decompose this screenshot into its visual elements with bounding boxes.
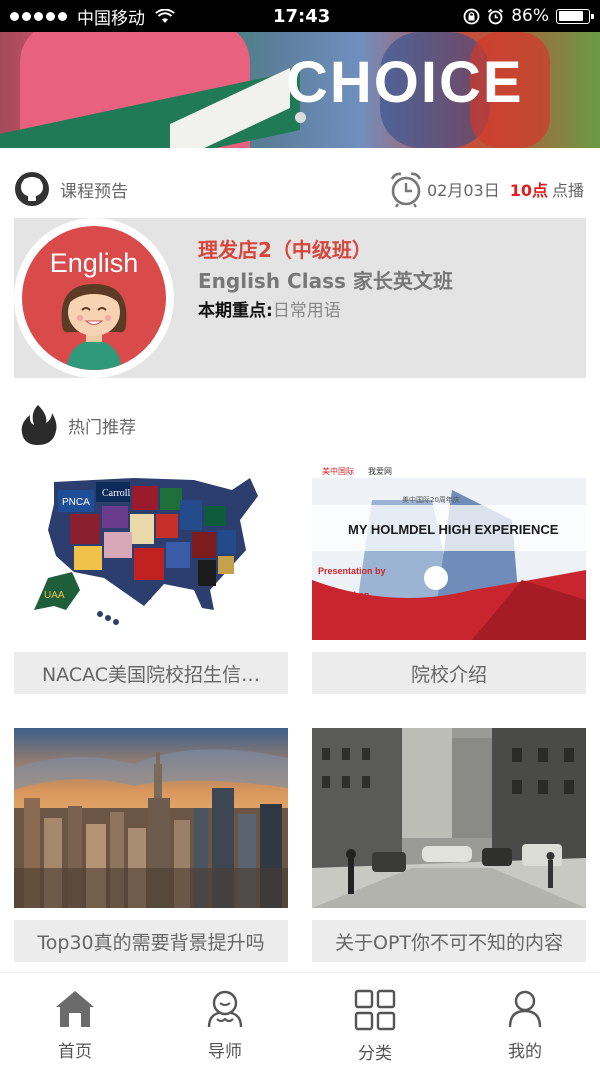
- recommend-card-1[interactable]: PNCA Carroll UAA NACAC美国院校招生信…: [14, 460, 288, 694]
- slide-presenter-name: Vivien Chen: [318, 590, 369, 600]
- teacher-illustration: [61, 284, 127, 370]
- signal-strength-icon: [10, 11, 67, 21]
- carrier-name: 中国移动: [77, 8, 145, 29]
- flame-icon: [21, 405, 57, 445]
- rotation-lock-icon: [463, 8, 480, 24]
- bottom-tab-bar: 首页 导师 分类 我的: [0, 972, 600, 1067]
- city-skyline-image: [14, 728, 288, 908]
- battery-percent: 86%: [511, 6, 549, 26]
- tab-profile-label: 我的: [508, 1042, 542, 1062]
- focus-value: 日常用语: [272, 301, 341, 321]
- alarm-icon: [488, 8, 504, 24]
- course-focus: 本期重点:日常用语: [198, 296, 341, 321]
- map-label-uaa: UAA: [44, 590, 65, 601]
- recommend-card-4[interactable]: 关于OPT你不可不知的内容: [312, 728, 586, 962]
- status-time: 17:43: [272, 5, 331, 27]
- alarm-clock-icon: [390, 172, 422, 208]
- broadcast-time: 02月03日 10点 点播: [389, 170, 584, 208]
- carousel-indicator[interactable]: [295, 112, 306, 123]
- banner-headline: CHOICE: [286, 50, 524, 115]
- city-street-image: [312, 728, 586, 908]
- tab-mentor-label: 导师: [208, 1042, 242, 1062]
- status-bar: 中国移动 17:43 86%: [0, 0, 600, 32]
- mentor-icon: [207, 990, 243, 1028]
- course-avatar: English: [18, 222, 170, 374]
- tab-category-label: 分类: [358, 1044, 392, 1064]
- map-label-carroll: Carroll: [102, 488, 131, 499]
- recommend-label-1: NACAC美国院校招生信…: [14, 652, 288, 694]
- map-label-pnca: PNCA: [62, 497, 90, 508]
- slide-title: MY HOLMDEL HIGH EXPERIENCE: [348, 522, 559, 537]
- battery-icon: [556, 8, 594, 24]
- tab-home-label: 首页: [58, 1042, 92, 1062]
- slide-event: 美中国际20周年庆: [402, 495, 460, 504]
- broadcast-hour: 10点: [509, 181, 548, 200]
- course-preview-title: 课程预告: [60, 181, 128, 202]
- recommend-label-3: Top30真的需要背景提升吗: [14, 920, 288, 962]
- hot-recommend-title: 热门推荐: [68, 417, 136, 438]
- recommend-card-3[interactable]: Top30真的需要背景提升吗: [14, 728, 288, 962]
- broadcast-type: 点播: [551, 181, 584, 200]
- home-icon: [56, 991, 94, 1027]
- recommend-label-4: 关于OPT你不可不知的内容: [312, 920, 586, 962]
- recommend-label-2: 院校介绍: [312, 652, 586, 694]
- wifi-icon: [155, 8, 175, 23]
- focus-label: 本期重点:: [198, 301, 273, 321]
- presentation-slide-image: 美中国际 我爱网 美中国际20周年庆 MY HOLMDEL HIGH EXPER…: [312, 460, 586, 640]
- category-grid-icon: [354, 989, 396, 1031]
- broadcast-date: 02月03日: [426, 181, 500, 200]
- tab-profile[interactable]: 我的: [450, 973, 600, 1067]
- course-title[interactable]: 理发店2（中级班）: [198, 234, 372, 263]
- recommend-card-2[interactable]: 美中国际 我爱网 美中国际20周年庆 MY HOLMDEL HIGH EXPER…: [312, 460, 586, 694]
- banner-carousel[interactable]: CHOICE: [0, 32, 600, 148]
- course-preview-header: 课程预告: [14, 171, 128, 207]
- slide-presenter-label: Presentation by: [318, 566, 386, 576]
- profile-icon: [508, 990, 542, 1028]
- tab-category[interactable]: 分类: [300, 973, 450, 1067]
- slide-logo-1: 美中国际: [322, 466, 354, 476]
- course-subtitle: English Class 家长英文班: [198, 269, 453, 293]
- github-icon: [15, 172, 49, 206]
- slide-logo-2: 我爱网: [368, 466, 392, 476]
- tab-mentor[interactable]: 导师: [150, 973, 300, 1067]
- hot-recommend-header: 热门推荐: [14, 403, 136, 447]
- tab-home[interactable]: 首页: [0, 973, 150, 1067]
- us-college-map-image: PNCA Carroll UAA: [14, 460, 288, 640]
